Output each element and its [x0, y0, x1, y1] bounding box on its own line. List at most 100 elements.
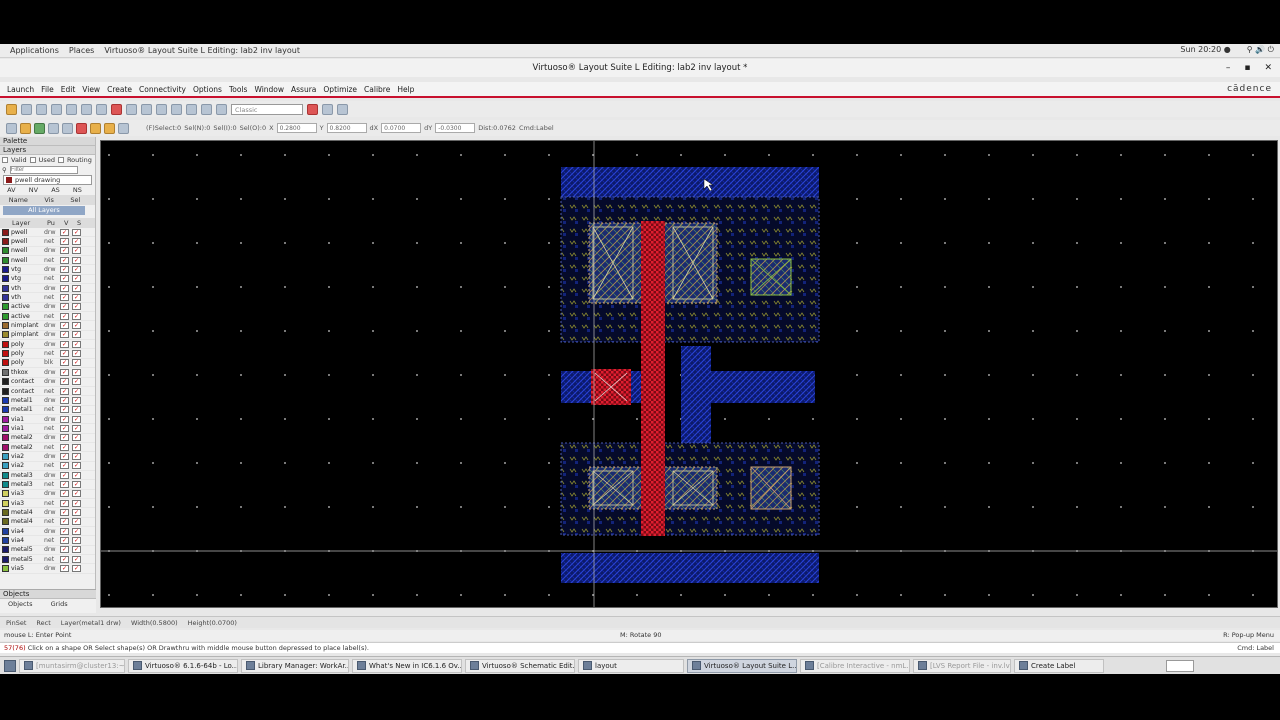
properties-icon[interactable] [126, 103, 137, 115]
label-icon[interactable] [118, 122, 129, 134]
path-icon[interactable] [34, 122, 45, 134]
layer-row[interactable]: vtg net ✓ ✓ [0, 275, 95, 285]
layer-row[interactable]: metal5 net ✓ ✓ [0, 555, 95, 565]
info-icon[interactable] [141, 103, 152, 115]
visible-checkbox[interactable]: ✓ [60, 480, 69, 488]
taskbar-item-layout-suite[interactable]: Virtuoso® Layout Suite L... [687, 658, 797, 673]
output-metal[interactable] [711, 371, 815, 403]
visible-checkbox[interactable]: ✓ [60, 471, 69, 479]
stretch-icon[interactable] [96, 103, 107, 115]
visible-checkbox[interactable]: ✓ [60, 303, 69, 311]
used-checkbox[interactable] [29, 157, 36, 163]
new-icon[interactable] [6, 103, 17, 115]
layout-drawing[interactable] [101, 141, 1278, 608]
layer-row[interactable]: via3 drw ✓ ✓ [0, 490, 95, 499]
layer-row[interactable]: via1 net ✓ ✓ [0, 424, 95, 434]
menu-calibre[interactable]: Calibre [364, 85, 390, 94]
selectable-checkbox[interactable]: ✓ [72, 284, 81, 292]
layer-row[interactable]: via2 drw ✓ ✓ [0, 452, 95, 462]
visible-checkbox[interactable]: ✓ [60, 452, 69, 460]
layer-row[interactable]: via5 drw ✓ ✓ [0, 564, 95, 574]
menu-edit[interactable]: Edit [61, 85, 76, 94]
selectable-checkbox[interactable]: ✓ [72, 490, 81, 498]
layer-row[interactable]: via1 drw ✓ ✓ [0, 415, 95, 425]
delete-icon[interactable] [111, 103, 122, 115]
visible-checkbox[interactable]: ✓ [60, 256, 69, 264]
visible-checkbox[interactable]: ✓ [60, 537, 69, 545]
selectable-checkbox[interactable]: ✓ [72, 406, 81, 414]
layer-row[interactable]: thkox drw ✓ ✓ [0, 368, 95, 378]
layer-row[interactable]: pwell drw ✓ ✓ [0, 228, 95, 238]
undo-icon[interactable] [36, 103, 47, 115]
layout-canvas[interactable] [100, 140, 1278, 608]
hierarchy-icon[interactable] [156, 103, 167, 115]
layer-row[interactable]: nimplant drw ✓ ✓ [0, 321, 95, 331]
selectable-checkbox[interactable]: ✓ [72, 480, 81, 488]
layer-row[interactable]: active net ✓ ✓ [0, 312, 95, 322]
selectable-checkbox[interactable]: ✓ [72, 443, 81, 451]
visible-checkbox[interactable]: ✓ [60, 275, 69, 283]
minimize-button[interactable]: – [1226, 59, 1231, 77]
visible-checkbox[interactable]: ✓ [60, 359, 69, 367]
tab-objects[interactable]: Objects [8, 600, 33, 608]
layer-row[interactable]: metal1 net ✓ ✓ [0, 406, 95, 415]
via-icon[interactable] [90, 122, 101, 134]
taskbar-item-whats-new[interactable]: What's New in IC6.1.6 Ov... [352, 658, 462, 673]
menu-optimize[interactable]: Optimize [323, 85, 357, 94]
taskbar-item-library-manager[interactable]: Library Manager: WorkAr... [241, 658, 349, 673]
visible-checkbox[interactable]: ✓ [60, 368, 69, 376]
layer-row[interactable]: poly drw ✓ ✓ [0, 340, 95, 350]
taskbar-item-lvs-report[interactable]: [LVS Report File - inv.lvs... [913, 658, 1011, 673]
rect-icon[interactable] [20, 122, 31, 134]
layer-row[interactable]: pwell net ✓ ✓ [0, 237, 95, 247]
selectable-checkbox[interactable]: ✓ [72, 238, 81, 246]
show-desktop-icon[interactable] [4, 659, 16, 672]
fit-icon[interactable] [201, 103, 212, 115]
selectable-checkbox[interactable]: ✓ [72, 294, 81, 302]
workspace-save-icon[interactable] [322, 103, 333, 115]
all-layers-row[interactable]: All Layers [3, 206, 85, 215]
taskbar-item-virtuoso-ciw[interactable]: Virtuoso® 6.1.6-64b - Lo... [128, 658, 238, 673]
selectable-checkbox[interactable]: ✓ [72, 350, 81, 358]
selectable-checkbox[interactable]: ✓ [72, 565, 81, 573]
visible-checkbox[interactable]: ✓ [60, 424, 69, 432]
close-button[interactable]: ✕ [1264, 59, 1272, 77]
nv-button[interactable]: NV [29, 186, 38, 194]
places-menu[interactable]: Places [69, 46, 94, 55]
selectable-checkbox[interactable]: ✓ [72, 340, 81, 348]
menu-options[interactable]: Options [193, 85, 222, 94]
selectable-checkbox[interactable]: ✓ [72, 396, 81, 404]
selectable-checkbox[interactable]: ✓ [72, 368, 81, 376]
layer-row[interactable]: via3 net ✓ ✓ [0, 499, 95, 509]
visible-checkbox[interactable]: ✓ [60, 238, 69, 246]
selectable-checkbox[interactable]: ✓ [72, 378, 81, 386]
taskbar-item-calibre[interactable]: [Calibre Interactive - nmL... [800, 658, 910, 673]
wire-icon[interactable] [62, 122, 73, 134]
layer-row[interactable]: via4 net ✓ ✓ [0, 536, 95, 546]
polygon-icon[interactable] [48, 122, 59, 134]
command-prompt[interactable]: 57(76) Click on a shape OR Select shape(… [0, 642, 1280, 653]
visible-checkbox[interactable]: ✓ [60, 555, 69, 563]
current-layer-select[interactable]: pwell drawing [3, 175, 92, 185]
layer-row[interactable]: via2 net ✓ ✓ [0, 462, 95, 471]
visible-checkbox[interactable]: ✓ [60, 434, 69, 442]
save-icon[interactable] [21, 103, 32, 115]
selectable-checkbox[interactable]: ✓ [72, 555, 81, 563]
selectable-checkbox[interactable]: ✓ [72, 228, 81, 236]
layer-row[interactable]: vtg drw ✓ ✓ [0, 265, 95, 275]
visible-checkbox[interactable]: ✓ [60, 565, 69, 573]
visible-checkbox[interactable]: ✓ [60, 499, 69, 507]
visible-checkbox[interactable]: ✓ [60, 284, 69, 292]
visible-checkbox[interactable]: ✓ [60, 331, 69, 339]
selectable-checkbox[interactable]: ✓ [72, 322, 81, 330]
ns-button[interactable]: NS [73, 186, 82, 194]
selectable-checkbox[interactable]: ✓ [72, 462, 81, 470]
visible-checkbox[interactable]: ✓ [60, 294, 69, 302]
routing-checkbox[interactable] [57, 157, 64, 163]
menu-help[interactable]: Help [397, 85, 414, 94]
selectable-checkbox[interactable]: ✓ [72, 312, 81, 320]
gnd-rail[interactable] [561, 553, 819, 583]
menu-tools[interactable]: Tools [229, 85, 247, 94]
selectable-checkbox[interactable]: ✓ [72, 537, 81, 545]
menu-assura[interactable]: Assura [291, 85, 316, 94]
